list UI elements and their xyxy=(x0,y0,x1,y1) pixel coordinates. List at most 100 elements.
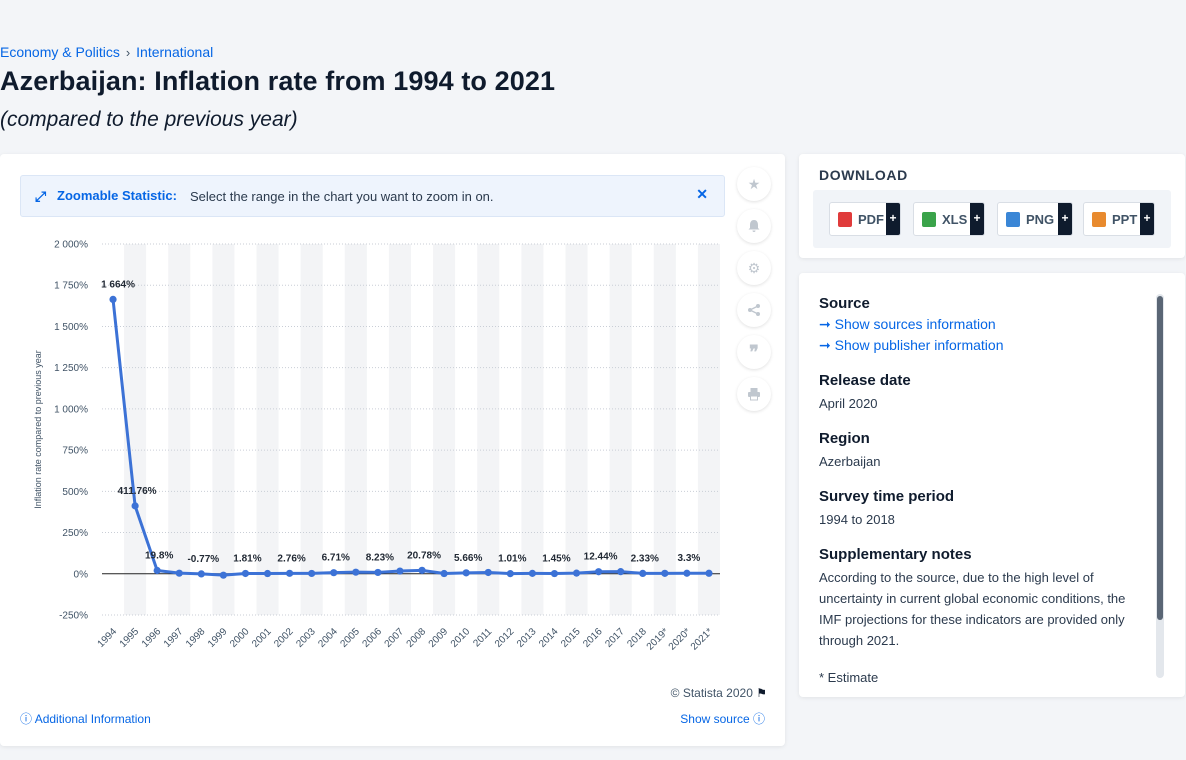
x-tick-label: 2016 xyxy=(581,626,605,650)
y-tick-label: 1 750% xyxy=(54,281,88,292)
y-tick-label: 1 250% xyxy=(54,363,88,374)
x-tick-label: 2011 xyxy=(471,626,494,649)
download-pdf-button[interactable]: PDF + xyxy=(829,202,901,236)
y-tick-label: -250% xyxy=(59,611,88,622)
x-tick-label: 2019* xyxy=(645,626,671,652)
y-tick-label: 1 500% xyxy=(54,322,88,333)
data-point xyxy=(484,568,492,577)
data-label: 20.78% xyxy=(407,550,441,561)
estimate-note: * Estimate xyxy=(819,670,879,685)
download-xls-label: XLS xyxy=(942,212,968,227)
x-tick-label: 2012 xyxy=(493,626,517,650)
show-source-link[interactable]: Show source ⓘ xyxy=(680,710,765,727)
download-png-button[interactable]: PNG + xyxy=(997,202,1073,236)
survey-period-heading: Survey time period xyxy=(819,488,955,505)
y-tick-label: 500% xyxy=(62,487,88,498)
show-publisher-label: Show publisher information xyxy=(834,337,1004,353)
show-publisher-link[interactable]: ➞ Show publisher information xyxy=(819,337,1144,354)
column-band xyxy=(697,244,720,615)
breadcrumb-international[interactable]: International xyxy=(136,44,213,60)
arrow-right-icon: ➞ xyxy=(819,316,831,332)
ppt-file-icon xyxy=(1092,212,1106,227)
data-point xyxy=(617,568,625,576)
x-tick-label: 2013 xyxy=(515,626,539,650)
quote-icon[interactable]: ❞ xyxy=(737,335,771,369)
x-tick-label: 2017 xyxy=(603,626,627,650)
print-icon[interactable] xyxy=(737,377,771,411)
data-point xyxy=(418,566,426,574)
data-point xyxy=(705,569,713,577)
data-label: 12.44% xyxy=(584,552,618,563)
x-tick-label: 2020* xyxy=(667,626,693,652)
x-tick-label: 2000 xyxy=(228,626,252,650)
data-point xyxy=(308,569,316,578)
x-tick-label: 2002 xyxy=(272,626,296,650)
download-title: DOWNLOAD xyxy=(819,167,908,183)
data-point xyxy=(153,566,161,575)
inflation-line-chart[interactable]: 2 000% 1 750% 1 500% 1 250% 1 000% 750% 500% 25… xyxy=(0,154,735,674)
data-label: 1.01% xyxy=(498,554,526,565)
additional-information-link[interactable]: ⓘ Additional Information xyxy=(20,710,151,727)
copyright-credit: © Statista 2020 ⚑ xyxy=(671,686,767,700)
gear-icon[interactable]: ⚙ xyxy=(737,251,771,285)
data-point xyxy=(595,568,603,576)
data-point xyxy=(109,295,117,304)
bell-icon[interactable] xyxy=(737,209,771,243)
flag-icon[interactable]: ⚑ xyxy=(756,686,767,700)
data-point xyxy=(572,569,581,577)
plus-icon: + xyxy=(1058,203,1072,235)
x-tick-label: 2021* xyxy=(689,626,715,652)
download-card: DOWNLOAD PDF + XLS + PNG + PPT + xyxy=(799,154,1185,258)
star-icon[interactable]: ★ xyxy=(737,167,771,201)
side-toolbar: ★ ⚙ ❞ xyxy=(737,167,773,419)
x-tick-label: 1994 xyxy=(96,626,120,650)
share-icon[interactable] xyxy=(737,293,771,327)
data-label: 1.81% xyxy=(233,553,261,564)
data-point xyxy=(131,502,139,510)
x-tick-label: 2005 xyxy=(338,626,362,650)
download-pdf-label: PDF xyxy=(858,212,884,227)
x-tick-label: 1995 xyxy=(118,626,142,650)
data-point xyxy=(330,569,338,577)
data-point xyxy=(550,569,559,578)
download-ppt-button[interactable]: PPT + xyxy=(1083,202,1155,236)
y-axis-title: Inflation rate compared to previous year xyxy=(33,350,43,509)
data-point xyxy=(440,569,448,578)
x-tick-label: 2008 xyxy=(405,626,429,650)
data-label: 3.3% xyxy=(677,553,700,564)
source-heading: Source xyxy=(819,295,870,312)
region-value: Azerbaijan xyxy=(819,454,881,469)
data-label: 1 664% xyxy=(101,279,135,290)
x-tick-label: 1998 xyxy=(184,626,208,650)
data-point xyxy=(528,569,536,577)
plus-icon: + xyxy=(970,203,984,235)
plus-icon: + xyxy=(886,203,900,235)
x-tick-label: 1996 xyxy=(140,626,164,650)
y-tick-label: 2 000% xyxy=(54,240,88,251)
top-strip xyxy=(0,0,1186,38)
x-tick-label: 2015 xyxy=(559,626,583,650)
arrow-right-icon: ➞ xyxy=(819,337,831,353)
data-point xyxy=(175,569,183,577)
show-sources-link[interactable]: ➞ Show sources information xyxy=(819,316,1144,333)
show-source-label: Show source xyxy=(680,712,750,726)
data-point xyxy=(352,568,360,576)
x-tick-label: 2006 xyxy=(361,626,385,650)
data-point xyxy=(241,569,250,578)
breadcrumb-economy[interactable]: Economy & Politics xyxy=(0,44,120,60)
data-label: 2.33% xyxy=(631,553,659,564)
supplementary-notes-heading: Supplementary notes xyxy=(819,546,972,563)
chart-card: ⤢ Zoomable Statistic: Select the range i… xyxy=(0,154,785,746)
png-file-icon xyxy=(1006,212,1020,227)
data-point xyxy=(462,569,470,577)
y-tick-label: 0% xyxy=(74,569,89,580)
statistic-info-card: Source ➞ Show sources information ➞ Show… xyxy=(799,273,1185,697)
x-tick-label: 2014 xyxy=(537,626,561,650)
data-label: 8.23% xyxy=(366,552,394,563)
data-label: 1.45% xyxy=(542,554,570,565)
info-scrollbar-thumb[interactable] xyxy=(1157,296,1163,620)
info-icon: ⓘ xyxy=(20,712,33,726)
pdf-file-icon xyxy=(838,212,852,227)
info-scrollbar[interactable] xyxy=(1156,294,1164,678)
download-xls-button[interactable]: XLS + xyxy=(913,202,985,236)
